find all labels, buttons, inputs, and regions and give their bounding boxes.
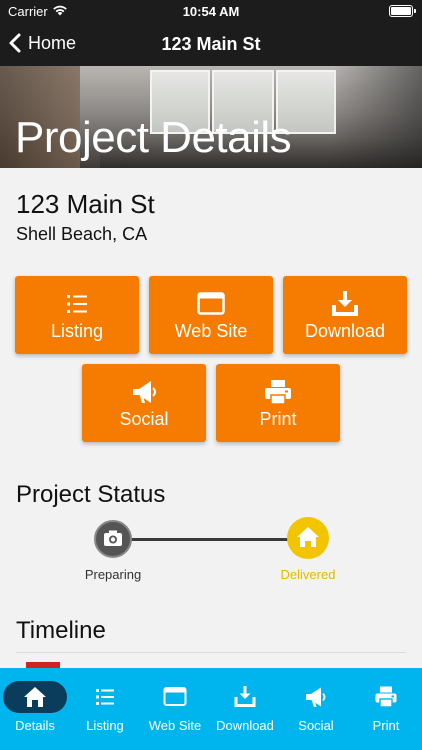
navigation-bar: Home 123 Main St [0,24,422,66]
tab-social-label: Social [298,718,334,733]
hero-banner: Project Details [0,66,422,168]
printer-icon [375,686,397,708]
status-time: 10:54 AM [182,4,240,19]
social-button-label: Social [119,409,169,429]
tab-download[interactable]: Download [210,668,280,750]
timeline-divider [16,652,406,653]
status-step-delivered-label: Delivered [280,567,336,582]
megaphone-icon [306,687,326,707]
status-step-preparing-label: Preparing [84,567,142,582]
download-icon [332,291,358,316]
list-icon [67,295,87,313]
tab-listing-label: Listing [86,718,124,733]
status-step-preparing [92,518,134,560]
nav-title: 123 Main St [161,34,261,54]
tab-download-label: Download [216,718,274,733]
download-button-label: Download [304,321,386,341]
listing-button[interactable]: Listing [15,276,139,354]
address-city: Shell Beach, CA [16,224,148,244]
hero-photo-shade [332,66,422,168]
social-button[interactable]: Social [82,364,206,442]
status-bar: Carrier 10:54 AM [0,0,422,24]
printer-icon [265,380,291,405]
browser-window-icon [197,292,225,315]
listing-button-label: Listing [50,321,104,341]
download-icon [234,686,256,707]
tab-web-site[interactable]: Web Site [140,668,210,750]
property-address: 123 Main St Shell Beach, CA [16,189,155,245]
print-button[interactable]: Print [216,364,340,442]
tab-print[interactable]: Print [351,668,421,750]
web-site-button[interactable]: Web Site [149,276,273,354]
camera-icon [94,520,132,558]
tab-bar: Details Listing Web Site Download Social [0,668,422,750]
address-street: 123 Main St [16,189,155,219]
home-icon [287,517,329,559]
tab-details-label: Details [15,718,55,733]
battery-icon [389,5,416,17]
browser-window-icon [163,687,187,706]
tab-listing[interactable]: Listing [70,668,140,750]
tab-print-label: Print [372,718,400,733]
megaphone-icon [133,381,156,403]
home-icon [24,687,46,707]
timeline-title: Timeline [16,617,106,644]
tab-social[interactable]: Social [281,668,351,750]
hero-title: Project Details [15,113,292,162]
tab-web-site-label: Web Site [148,718,202,733]
status-progress-line [113,538,309,541]
web-site-button-label: Web Site [174,321,248,341]
tab-details[interactable]: Details [0,668,70,750]
print-button-label: Print [259,409,297,429]
list-icon [96,689,114,705]
project-status-title: Project Status [16,481,166,508]
status-step-delivered [287,517,329,559]
download-button[interactable]: Download [283,276,407,354]
